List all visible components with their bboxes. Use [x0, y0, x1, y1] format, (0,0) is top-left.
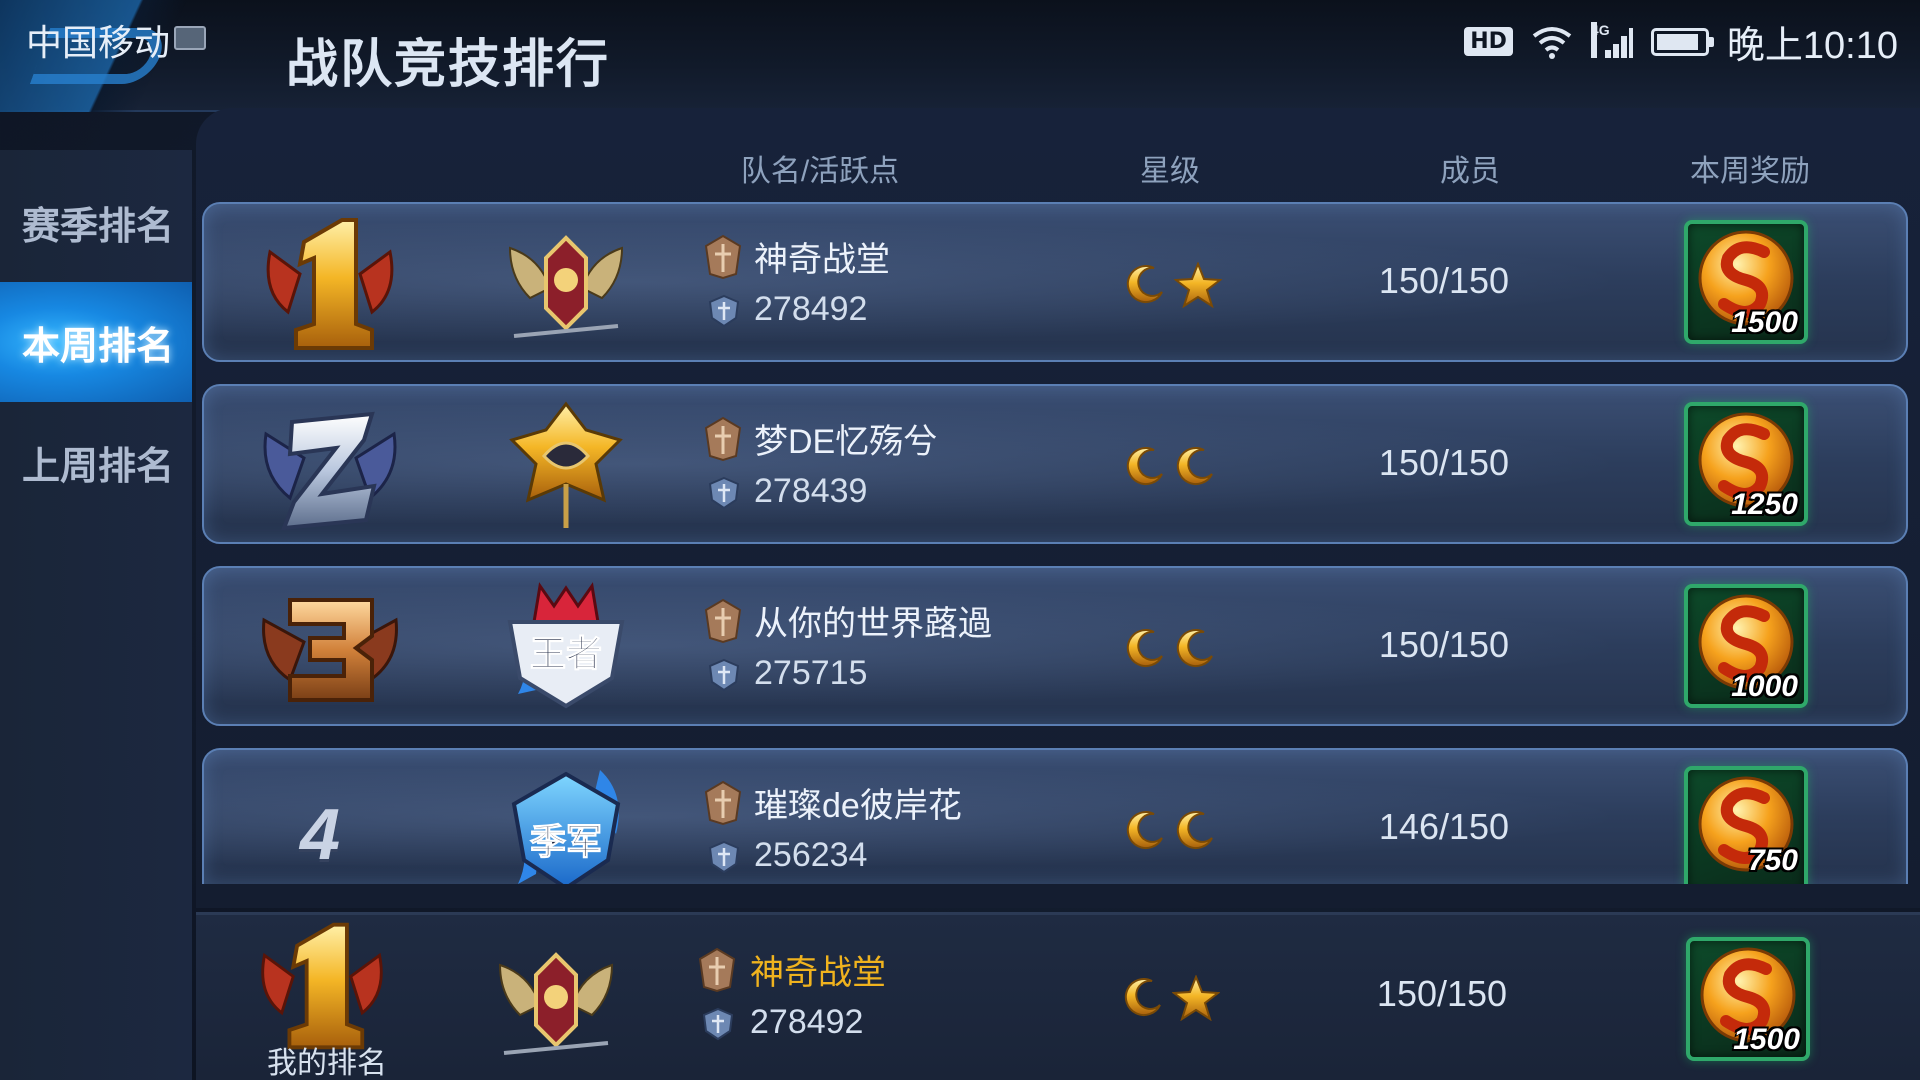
team-name: 从你的世界蕗過: [754, 605, 992, 643]
moon-icon: [1126, 447, 1163, 486]
team-crest-icon: [704, 416, 742, 462]
champion-emblem-icon: 季军: [511, 770, 621, 884]
rank-1-badge-icon: [261, 922, 383, 1050]
activity-points: 278439: [754, 472, 868, 510]
column-header-reward: 本周奖励: [1690, 155, 1810, 188]
wifi-icon: [1531, 24, 1573, 60]
king-emblem-icon: 王者: [507, 582, 625, 709]
team-crest-icon: [698, 947, 736, 993]
star-level: [1124, 262, 1222, 308]
page-title: 战队竞技排行: [286, 36, 611, 94]
column-header-stars: 星级: [1140, 155, 1200, 188]
moon-icon: [1176, 811, 1213, 850]
cell-signal-icon: 4G: [1590, 21, 1633, 60]
reward-amount: 1500: [1731, 306, 1798, 339]
moon-icon: [1124, 978, 1161, 1017]
battery-icon: [1650, 27, 1714, 56]
reward-amount: 750: [1747, 844, 1798, 877]
rank-3-badge-icon: [262, 598, 398, 702]
tab-label: 赛季排名: [22, 205, 175, 248]
team-crest-icon: [704, 234, 742, 280]
clock: 晚上10:10: [1726, 25, 1898, 67]
member-count: 150/150: [1378, 442, 1510, 483]
tab-season-rank[interactable]: 赛季排名: [0, 162, 192, 282]
reward-amount: 1000: [1731, 670, 1798, 703]
activity-shield-icon: [708, 476, 740, 510]
king-emblem-text: 王者: [530, 634, 602, 675]
rank-2-badge-icon: [263, 411, 397, 531]
network-type: 4G: [1590, 21, 1610, 58]
moon-icon: [1126, 265, 1163, 304]
tab-weekly-rank[interactable]: 本周排名: [0, 282, 192, 402]
my-star-level: [1122, 975, 1220, 1021]
status-icons: HD 4G 晚上10:10: [1464, 14, 1898, 69]
my-rank-row[interactable]: 神奇战堂 278492 150/150 1500: [196, 912, 1920, 1080]
my-team-name: 神奇战堂: [750, 954, 886, 992]
ranking-row-3[interactable]: 王者 从你的世界蕗過 275715 150/150 1000: [202, 566, 1908, 726]
activity-points: 256234: [754, 836, 868, 874]
moon-icon: [1176, 629, 1213, 668]
tab-label: 上周排名: [22, 445, 175, 488]
carrier-name: 中国移动: [26, 22, 171, 63]
activity-shield-icon: [708, 840, 740, 874]
activity-shield-icon: [708, 294, 740, 328]
tab-label: 本周排名: [22, 325, 175, 368]
battery-level: [1656, 33, 1698, 50]
team-name: 璀璨de彼岸花: [754, 787, 962, 825]
notification-icon: [174, 26, 206, 50]
sidebar: 赛季排名 本周排名 上周排名: [0, 150, 192, 1080]
team-crest-icon: [704, 598, 742, 644]
star-level: [1124, 444, 1218, 488]
weekly-reward[interactable]: 1500: [1684, 220, 1808, 344]
star-icon: [1174, 262, 1222, 308]
my-activity-points: 278492: [750, 1003, 864, 1041]
team-name: 神奇战堂: [754, 241, 890, 279]
champion-emblem-text: 季军: [530, 822, 602, 863]
dragon-emblem-icon: [509, 401, 623, 528]
star-icon: [1172, 975, 1220, 1021]
eagle-emblem-icon: [508, 235, 624, 338]
column-header-members: 成员: [1440, 155, 1500, 188]
column-header-name: 队名/活跃点: [740, 155, 900, 188]
my-member-count: 150/150: [1376, 973, 1508, 1014]
activity-points: 275715: [754, 654, 868, 692]
moon-icon: [1126, 811, 1163, 850]
eagle-emblem-icon: [498, 952, 614, 1055]
my-rank-label: 我的排名: [267, 1047, 387, 1080]
member-count: 150/150: [1378, 624, 1510, 665]
my-weekly-reward[interactable]: 1500: [1686, 937, 1810, 1061]
ranking-row-4[interactable]: 4 季军 璀璨de彼岸花 256234 146/150 750: [202, 748, 1908, 884]
hd-badge: HD: [1464, 27, 1513, 56]
rank-number: 4: [300, 795, 341, 875]
ranking-row-1[interactable]: 神奇战堂 278492 150/150 1500: [202, 202, 1908, 362]
weekly-reward[interactable]: 750: [1684, 766, 1808, 884]
rank-1-badge-icon: [266, 218, 394, 350]
team-name: 梦DE忆殇兮: [754, 423, 938, 461]
weekly-reward[interactable]: 1250: [1684, 402, 1808, 526]
activity-points: 278492: [754, 290, 868, 328]
tab-last-week-rank[interactable]: 上周排名: [0, 402, 192, 522]
reward-amount: 1250: [1731, 488, 1798, 521]
member-count: 150/150: [1378, 260, 1510, 301]
ranking-row-2[interactable]: 梦DE忆殇兮 278439 150/150 1250: [202, 384, 1908, 544]
moon-icon: [1126, 629, 1163, 668]
weekly-reward[interactable]: 1000: [1684, 584, 1808, 708]
activity-shield-icon: [702, 1007, 734, 1041]
member-count: 146/150: [1378, 806, 1510, 847]
top-bar: 中国移动 战队竞技排行 HD 4G 晚上10:10: [0, 0, 1920, 112]
team-crest-icon: [704, 780, 742, 826]
star-level: [1124, 808, 1218, 852]
activity-shield-icon: [708, 658, 740, 692]
star-level: [1124, 626, 1218, 670]
reward-amount: 1500: [1733, 1023, 1800, 1056]
moon-icon: [1176, 447, 1213, 486]
